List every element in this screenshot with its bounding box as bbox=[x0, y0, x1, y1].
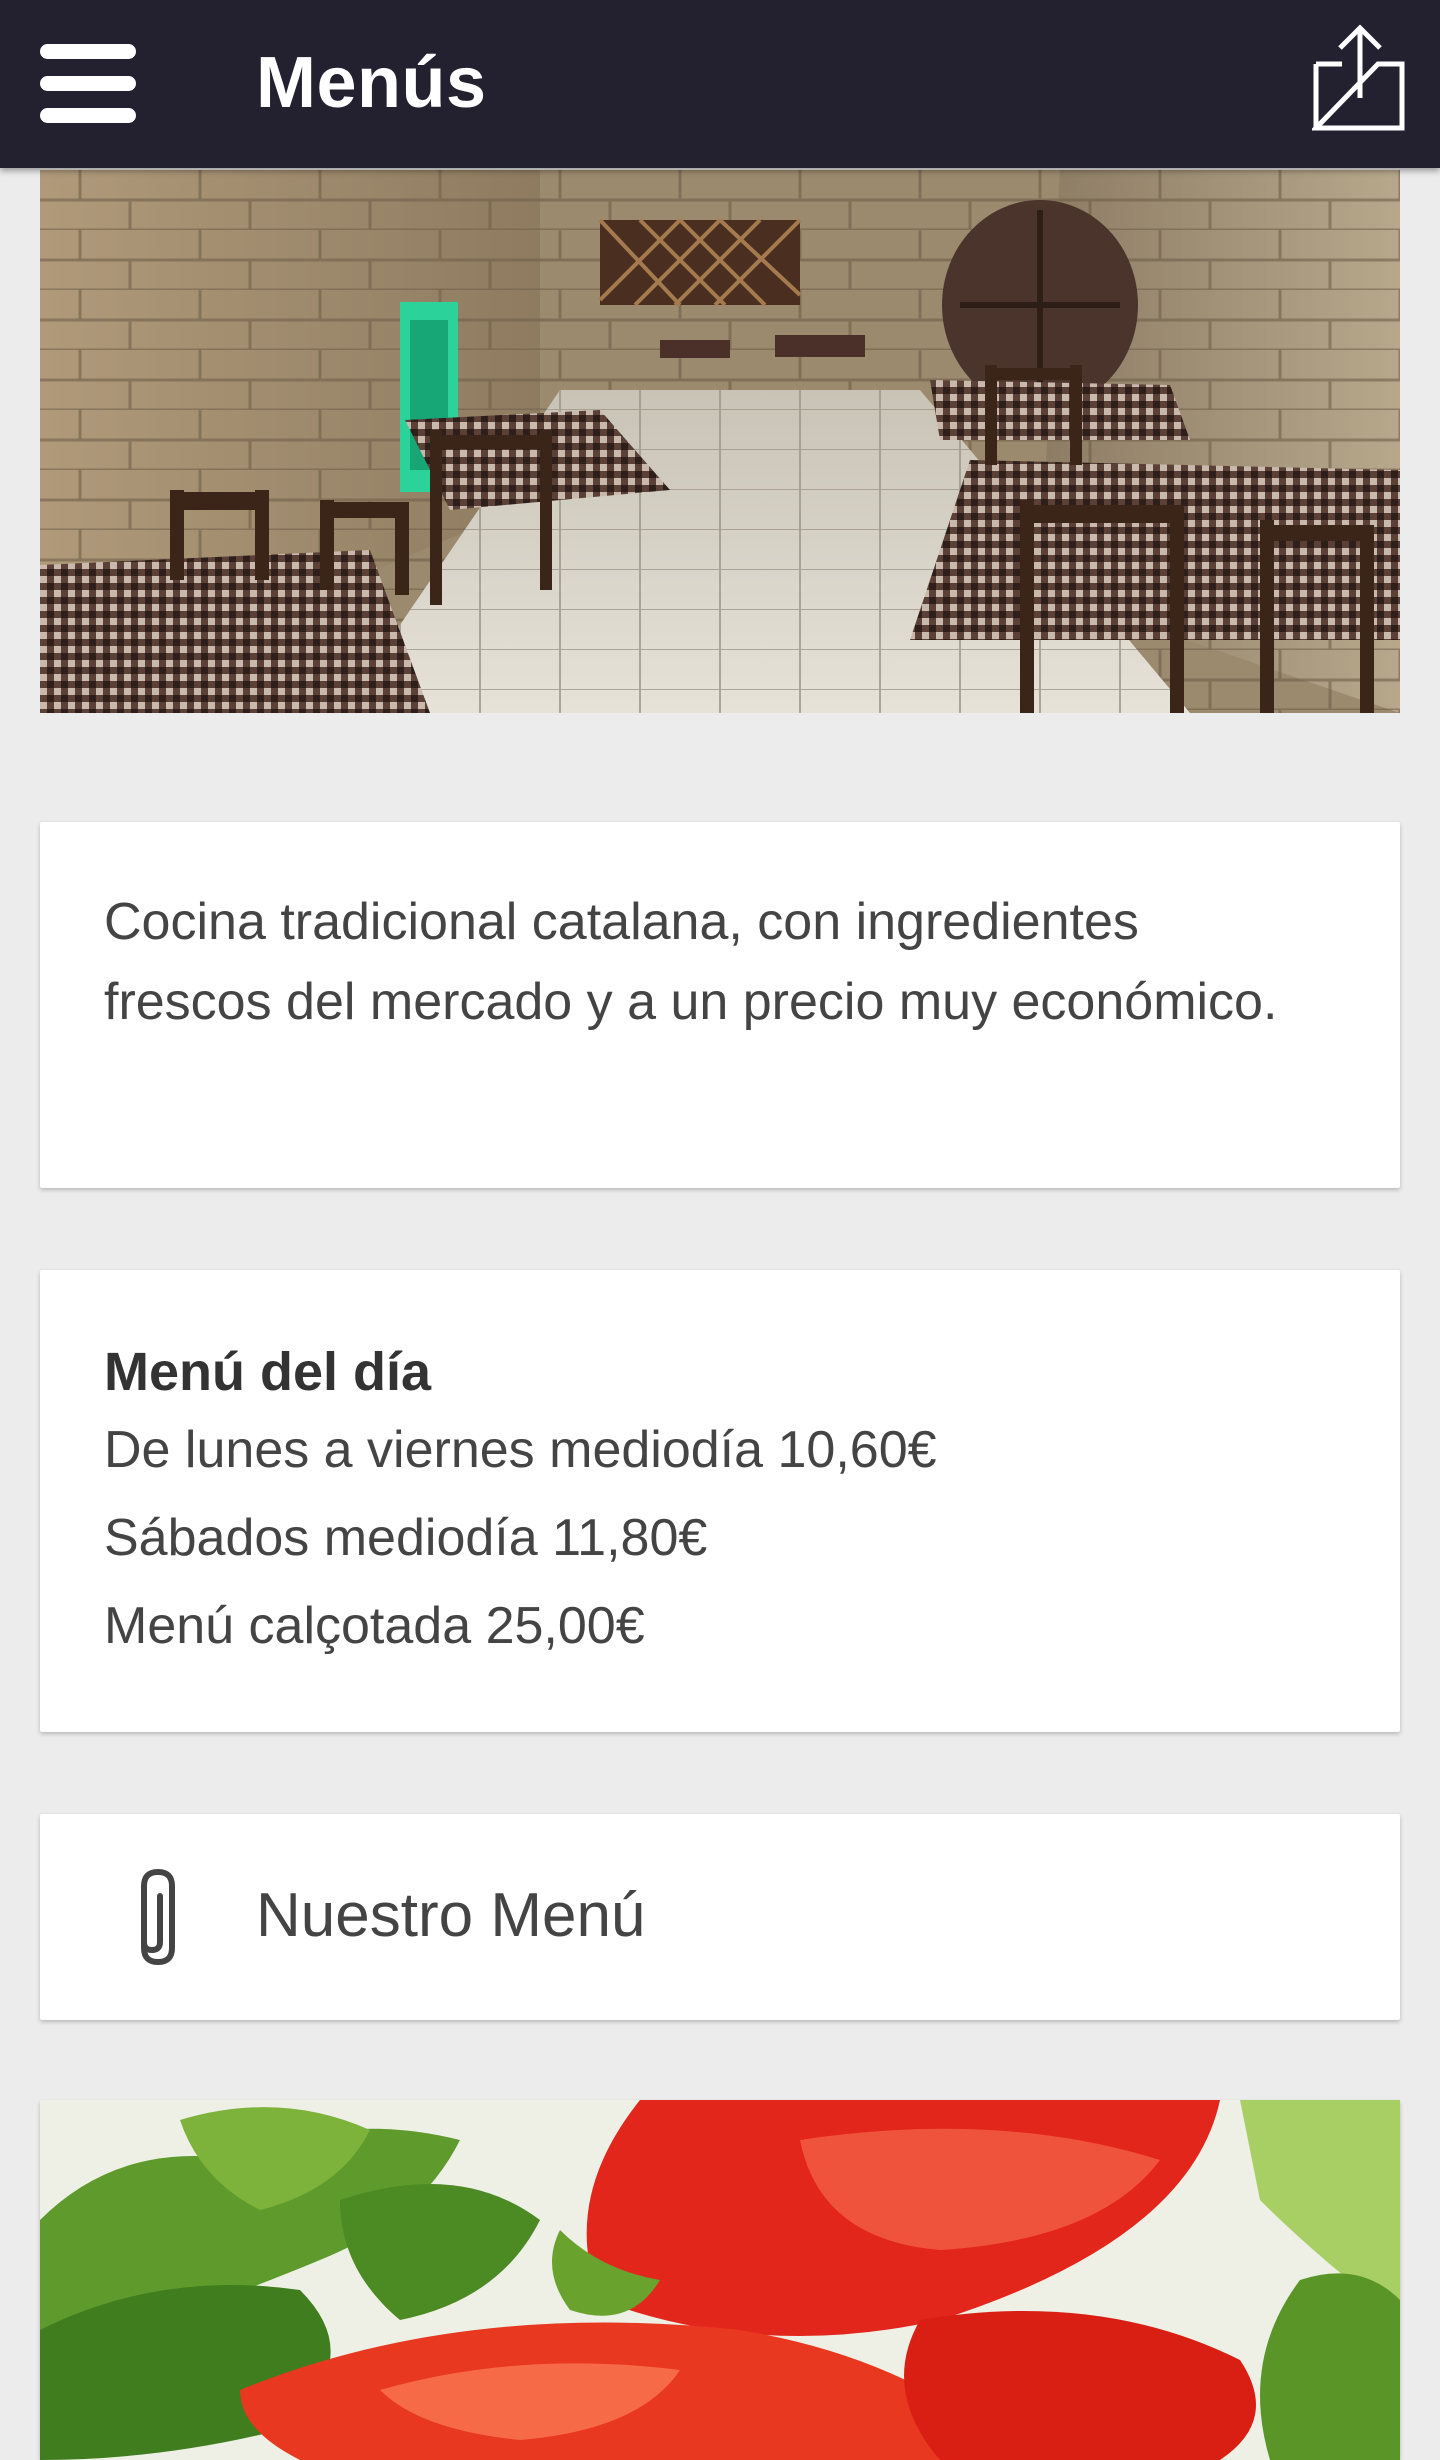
paperclip-icon bbox=[118, 1866, 198, 1970]
attachment-label: Nuestro Menú bbox=[256, 1881, 646, 1950]
vegetables-photo bbox=[40, 2100, 1400, 2460]
menu-price-line: Menú calçotada 25,00€ bbox=[104, 1597, 645, 1655]
nuestro-menu-link[interactable]: Nuestro Menú bbox=[40, 1814, 1400, 2020]
page-title: Menús bbox=[256, 43, 487, 123]
description-card: Cocina tradicional catalana, con ingredi… bbox=[40, 822, 1400, 1188]
restaurant-interior-photo bbox=[40, 170, 1400, 713]
share-icon[interactable] bbox=[1310, 20, 1408, 138]
menu-price-line: Sábados mediodía 11,80€ bbox=[104, 1509, 708, 1567]
app-bar: Menús bbox=[0, 0, 1440, 168]
daily-menu-heading: Menú del día bbox=[104, 1342, 432, 1402]
description-text: Cocina tradicional catalana, con ingredi… bbox=[104, 893, 1278, 1031]
daily-menu-card: Menú del día De lunes a viernes mediodía… bbox=[40, 1270, 1400, 1732]
menu-price-line: De lunes a viernes mediodía 10,60€ bbox=[104, 1421, 937, 1479]
hamburger-menu-icon[interactable] bbox=[40, 40, 136, 126]
